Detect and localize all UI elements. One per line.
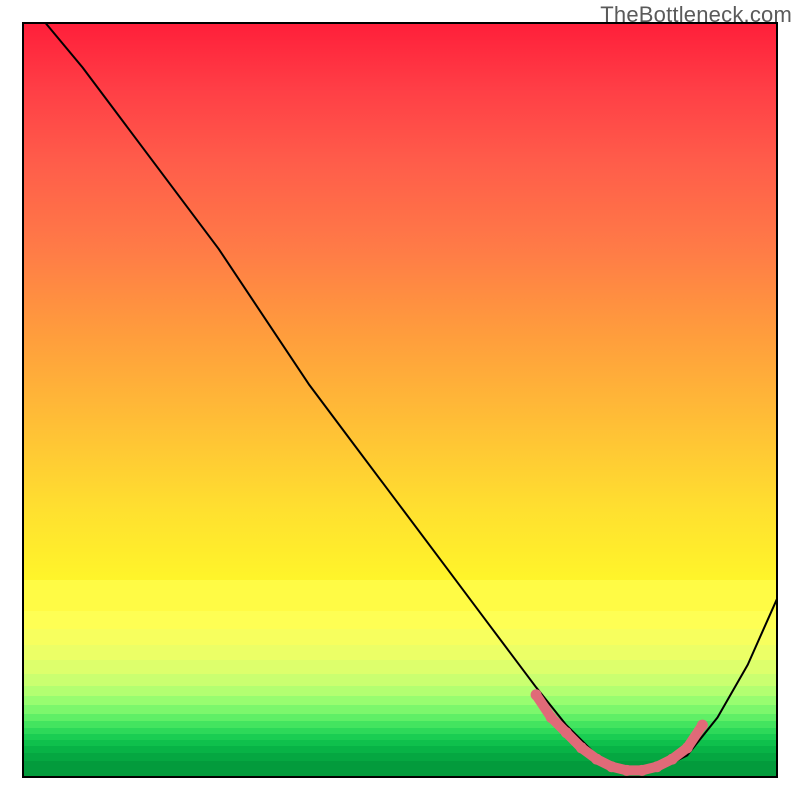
optimal-range-dot: [576, 742, 587, 753]
optimal-range-dot: [636, 765, 647, 776]
optimal-range-dot: [667, 754, 678, 765]
optimal-range-dot: [621, 765, 632, 776]
optimal-range-dot: [591, 754, 602, 765]
optimal-range-dot: [531, 689, 542, 700]
optimal-range-dot: [561, 727, 572, 738]
optimal-range-dot: [606, 761, 617, 772]
optimal-range-dot: [652, 761, 663, 772]
optimal-range-dot: [546, 712, 557, 723]
plot-area: [22, 22, 778, 778]
optimal-range-dot: [697, 720, 708, 731]
bottleneck-curve: [45, 22, 778, 770]
chart-svg: [22, 22, 778, 778]
chart-frame: TheBottleneck.com: [0, 0, 800, 800]
optimal-range-dots: [531, 689, 708, 776]
optimal-range-dot: [682, 742, 693, 753]
